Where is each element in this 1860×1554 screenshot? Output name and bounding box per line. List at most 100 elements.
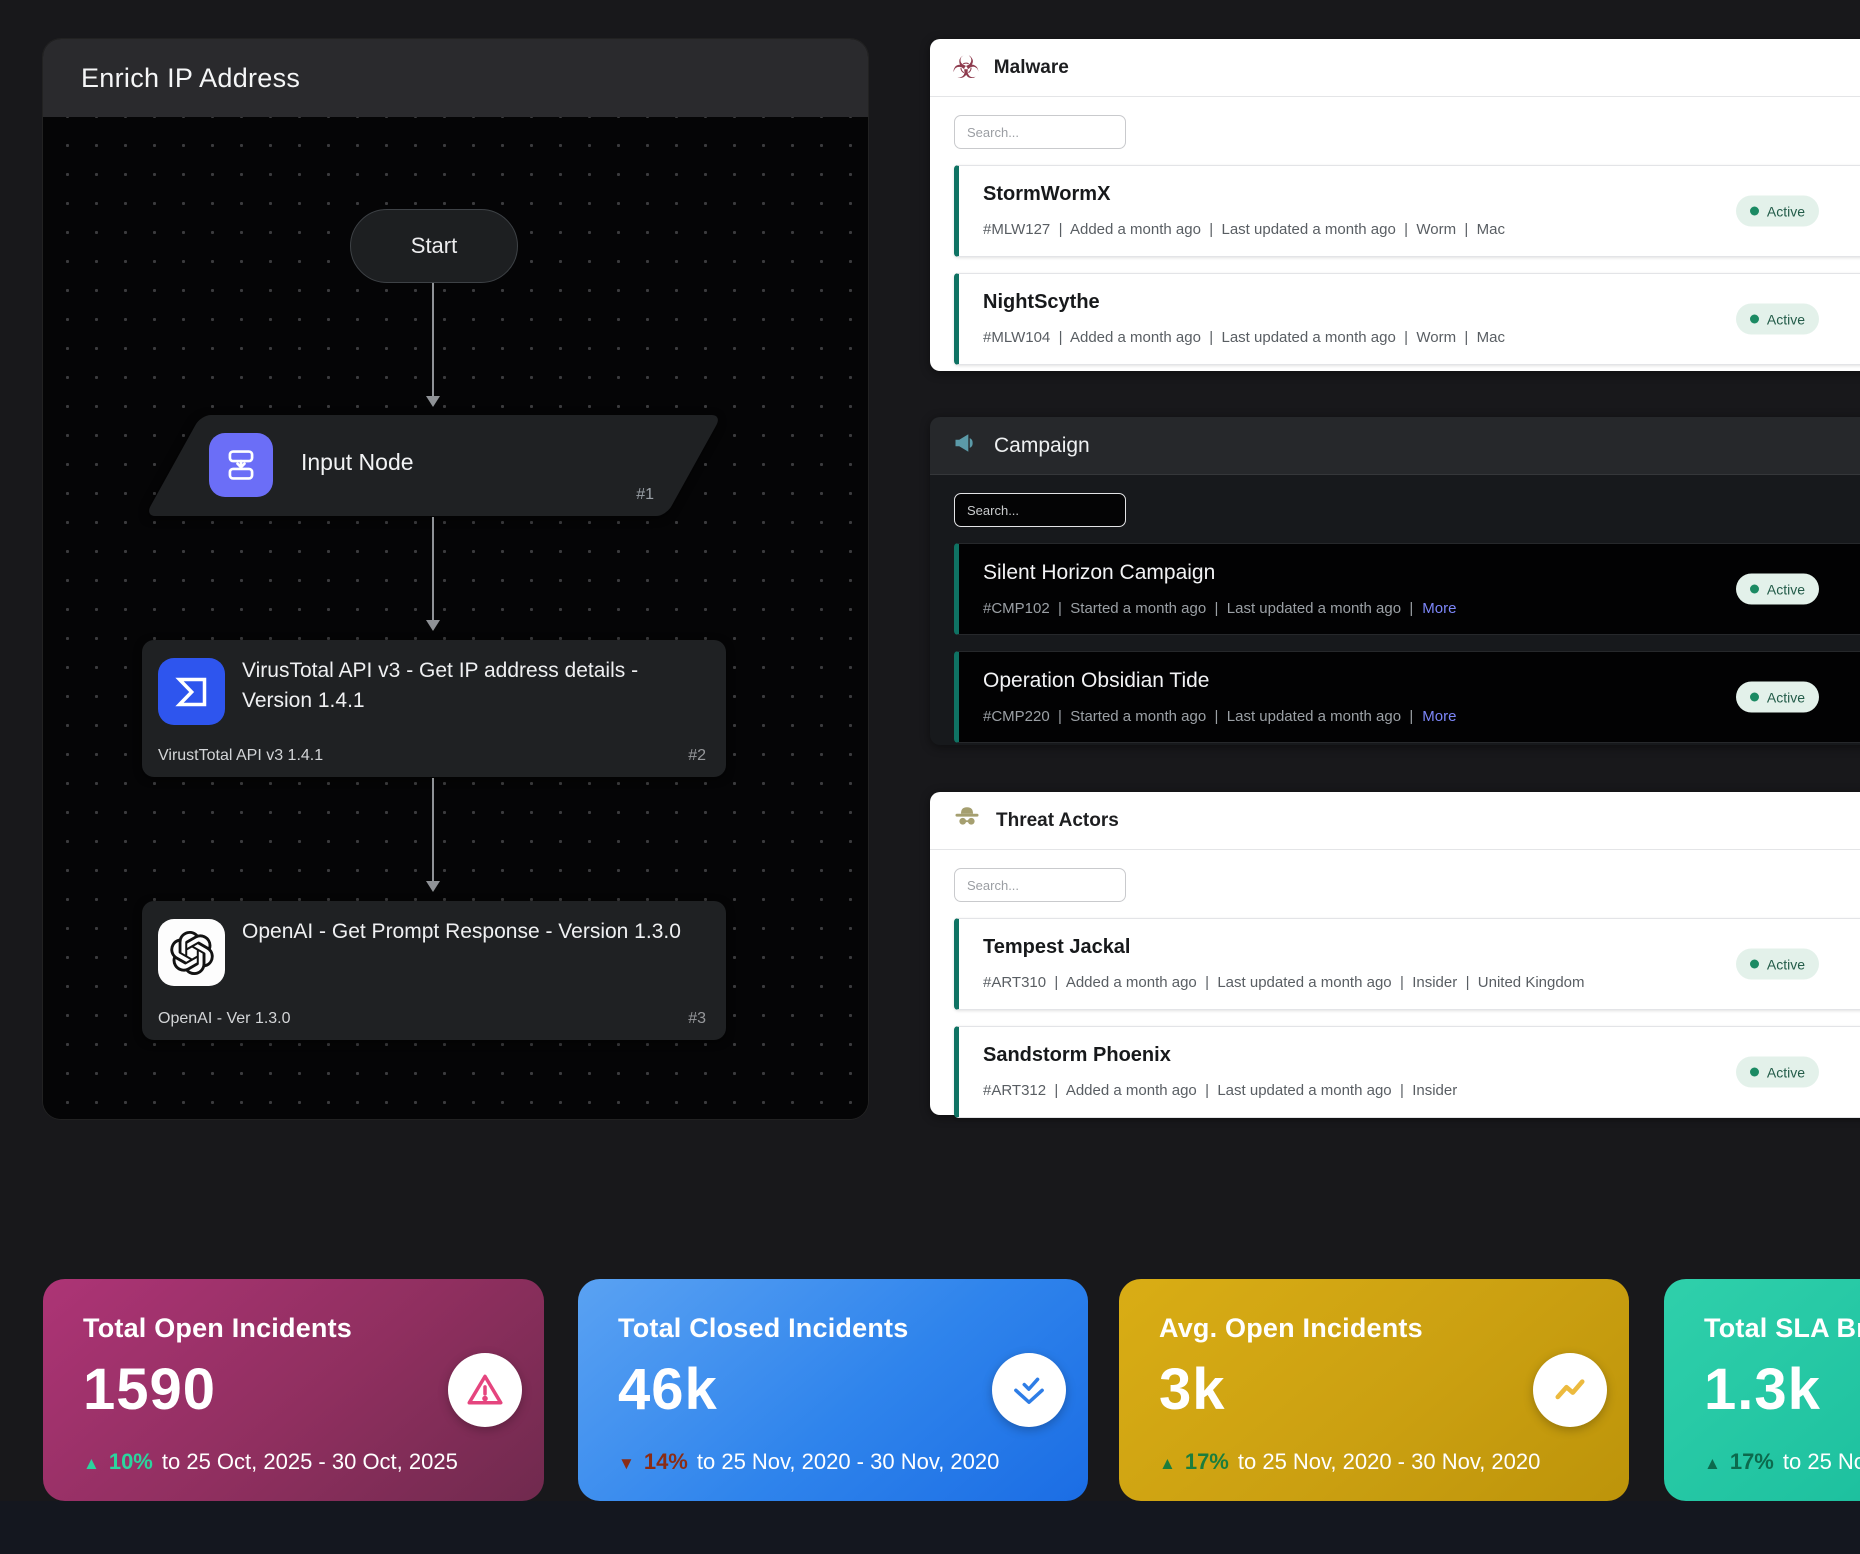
status-dot — [1750, 315, 1759, 324]
malware-panel-body: StormWormX #MLW127 | Added a month ago |… — [930, 97, 1860, 365]
kpi-delta-period: to 25 Oct, 2025 - 30 Oct, 2025 — [162, 1449, 458, 1475]
status-badge: Active — [1736, 304, 1819, 335]
input-node-index: #1 — [636, 486, 654, 504]
kpi-delta-period: to 25 Nov, 2020 - 30 Nov, 2020 — [1238, 1449, 1541, 1475]
virustotal-icon — [158, 658, 225, 725]
input-node[interactable]: Input Node #1 — [145, 415, 722, 516]
biohazard-icon: ☣ — [952, 52, 980, 83]
status-label: Active — [1767, 1064, 1805, 1080]
campaign-panel-body: Silent Horizon Campaign #CMP102 | Starte… — [930, 475, 1860, 743]
spy-icon — [952, 803, 982, 838]
status-dot — [1750, 960, 1759, 969]
campaign-item-obsidian-tide[interactable]: Operation Obsidian Tide #CMP220 | Starte… — [954, 651, 1860, 743]
item-name: Sandstorm Phoenix — [983, 1044, 1851, 1067]
connector-arrow-2 — [432, 517, 434, 627]
kpi-title: Total Open Incidents — [83, 1313, 504, 1344]
workflow-panel: Enrich IP Address Start Input Node — [43, 39, 868, 1119]
item-name: StormWormX — [983, 183, 1851, 206]
start-node[interactable]: Start — [350, 209, 518, 283]
status-label: Active — [1767, 956, 1805, 972]
kpi-delta-percent: 17% — [1730, 1449, 1774, 1475]
kpi-delta-period: to 25 Nov, 2020 - 30 Nov, 2020 — [1783, 1449, 1860, 1475]
workflow-title: Enrich IP Address — [81, 63, 300, 94]
kpi-title: Total SLA Breaches — [1704, 1313, 1860, 1344]
threat-actors-panel-header: Threat Actors — [930, 792, 1860, 850]
malware-panel-header: ☣ Malware — [930, 39, 1860, 97]
check-tray-icon — [992, 1353, 1066, 1427]
footer-strip — [0, 1501, 1860, 1554]
openai-node[interactable]: OpenAI - Get Prompt Response - Version 1… — [142, 901, 726, 1040]
trend-down-icon: ▼ — [618, 1454, 635, 1474]
kpi-delta-percent: 10% — [109, 1449, 153, 1475]
input-node-label: Input Node — [301, 449, 414, 476]
connector-arrow-1 — [432, 283, 434, 403]
threat-actor-item-sandstorm-phoenix[interactable]: Sandstorm Phoenix #ART312 | Added a mont… — [954, 1026, 1860, 1118]
openai-node-footer: OpenAI - Ver 1.3.0 — [158, 1010, 291, 1028]
item-name: Silent Horizon Campaign — [983, 561, 1851, 585]
kpi-value: 1590 — [83, 1356, 504, 1423]
item-name: Tempest Jackal — [983, 936, 1851, 959]
input-icon — [209, 433, 273, 497]
campaign-item-silent-horizon[interactable]: Silent Horizon Campaign #CMP102 | Starte… — [954, 543, 1860, 635]
item-name: Operation Obsidian Tide — [983, 669, 1851, 693]
status-dot — [1750, 585, 1759, 594]
campaign-panel-title: Campaign — [994, 434, 1090, 458]
openai-node-title: OpenAI - Get Prompt Response - Version 1… — [242, 917, 712, 947]
threat-actors-search-input[interactable] — [954, 868, 1126, 902]
trend-up-icon: ▲ — [1704, 1454, 1721, 1474]
campaign-panel-header: Campaign — [930, 417, 1860, 475]
connector-arrow-3 — [432, 778, 434, 888]
more-link[interactable]: More — [1422, 708, 1456, 725]
item-meta: #CMP102 | Started a month ago | Last upd… — [983, 600, 1413, 617]
kpi-delta: ▲ 17% to 25 Nov, 2020 - 30 Nov, 2020 — [1704, 1449, 1860, 1475]
item-meta: #ART312 | Added a month ago | Last updat… — [983, 1082, 1457, 1099]
item-meta: #ART310 | Added a month ago | Last updat… — [983, 974, 1585, 991]
warning-triangle-icon — [448, 1353, 522, 1427]
trend-up-icon: ▲ — [83, 1454, 100, 1474]
kpi-avg-open-incidents[interactable]: Avg. Open Incidents 3k ▲ 17% to 25 Nov, … — [1119, 1279, 1629, 1501]
input-node-body: Input Node #1 — [173, 415, 694, 516]
kpi-value: 46k — [618, 1356, 1048, 1423]
threat-actors-panel: Threat Actors Tempest Jackal #ART310 | A… — [930, 792, 1860, 1115]
status-label: Active — [1767, 311, 1805, 327]
campaign-search-input[interactable] — [954, 493, 1126, 527]
status-dot — [1750, 693, 1759, 702]
kpi-title: Avg. Open Incidents — [1159, 1313, 1589, 1344]
virustotal-node-index: #2 — [688, 747, 706, 765]
threat-actors-panel-title: Threat Actors — [996, 810, 1119, 832]
kpi-total-open-incidents[interactable]: Total Open Incidents 1590 ▲ 10% to 25 Oc… — [43, 1279, 544, 1501]
kpi-total-closed-incidents[interactable]: Total Closed Incidents 46k ▼ 14% to 25 N… — [578, 1279, 1088, 1501]
malware-search-input[interactable] — [954, 115, 1126, 149]
item-meta: #CMP220 | Started a month ago | Last upd… — [983, 708, 1413, 725]
item-meta: #MLW104 | Added a month ago | Last updat… — [983, 329, 1505, 346]
status-badge: Active — [1736, 949, 1819, 980]
kpi-delta: ▲ 10% to 25 Oct, 2025 - 30 Oct, 2025 — [83, 1449, 458, 1475]
malware-item-stormwormx[interactable]: StormWormX #MLW127 | Added a month ago |… — [954, 165, 1860, 257]
status-badge: Active — [1736, 196, 1819, 227]
virustotal-node[interactable]: VirusTotal API v3 - Get IP address detai… — [142, 640, 726, 777]
kpi-total-sla-breaches[interactable]: Total SLA Breaches 1.3k ▲ 17% to 25 Nov,… — [1664, 1279, 1860, 1501]
threat-actors-panel-body: Tempest Jackal #ART310 | Added a month a… — [930, 850, 1860, 1118]
kpi-delta: ▲ 17% to 25 Nov, 2020 - 30 Nov, 2020 — [1159, 1449, 1540, 1475]
status-label: Active — [1767, 581, 1805, 597]
workflow-canvas[interactable]: Start Input Node #1 — [43, 117, 868, 1119]
more-link[interactable]: More — [1422, 600, 1456, 617]
status-dot — [1750, 207, 1759, 216]
kpi-delta-percent: 17% — [1185, 1449, 1229, 1475]
kpi-title: Total Closed Incidents — [618, 1313, 1048, 1344]
status-label: Active — [1767, 203, 1805, 219]
trending-up-icon — [1533, 1353, 1607, 1427]
status-badge: Active — [1736, 682, 1819, 713]
kpi-value: 3k — [1159, 1356, 1589, 1423]
item-meta: #MLW127 | Added a month ago | Last updat… — [983, 221, 1505, 238]
virustotal-node-title: VirusTotal API v3 - Get IP address detai… — [242, 656, 712, 717]
kpi-delta-period: to 25 Nov, 2020 - 30 Nov, 2020 — [697, 1449, 1000, 1475]
status-label: Active — [1767, 689, 1805, 705]
status-badge: Active — [1736, 1057, 1819, 1088]
malware-item-nightscythe[interactable]: NightScythe #MLW104 | Added a month ago … — [954, 273, 1860, 365]
kpi-value: 1.3k — [1704, 1356, 1860, 1423]
malware-panel-title: Malware — [994, 57, 1069, 79]
threat-actor-item-tempest-jackal[interactable]: Tempest Jackal #ART310 | Added a month a… — [954, 918, 1860, 1010]
malware-panel: ☣ Malware StormWormX #MLW127 | Added a m… — [930, 39, 1860, 371]
openai-node-index: #3 — [688, 1010, 706, 1028]
